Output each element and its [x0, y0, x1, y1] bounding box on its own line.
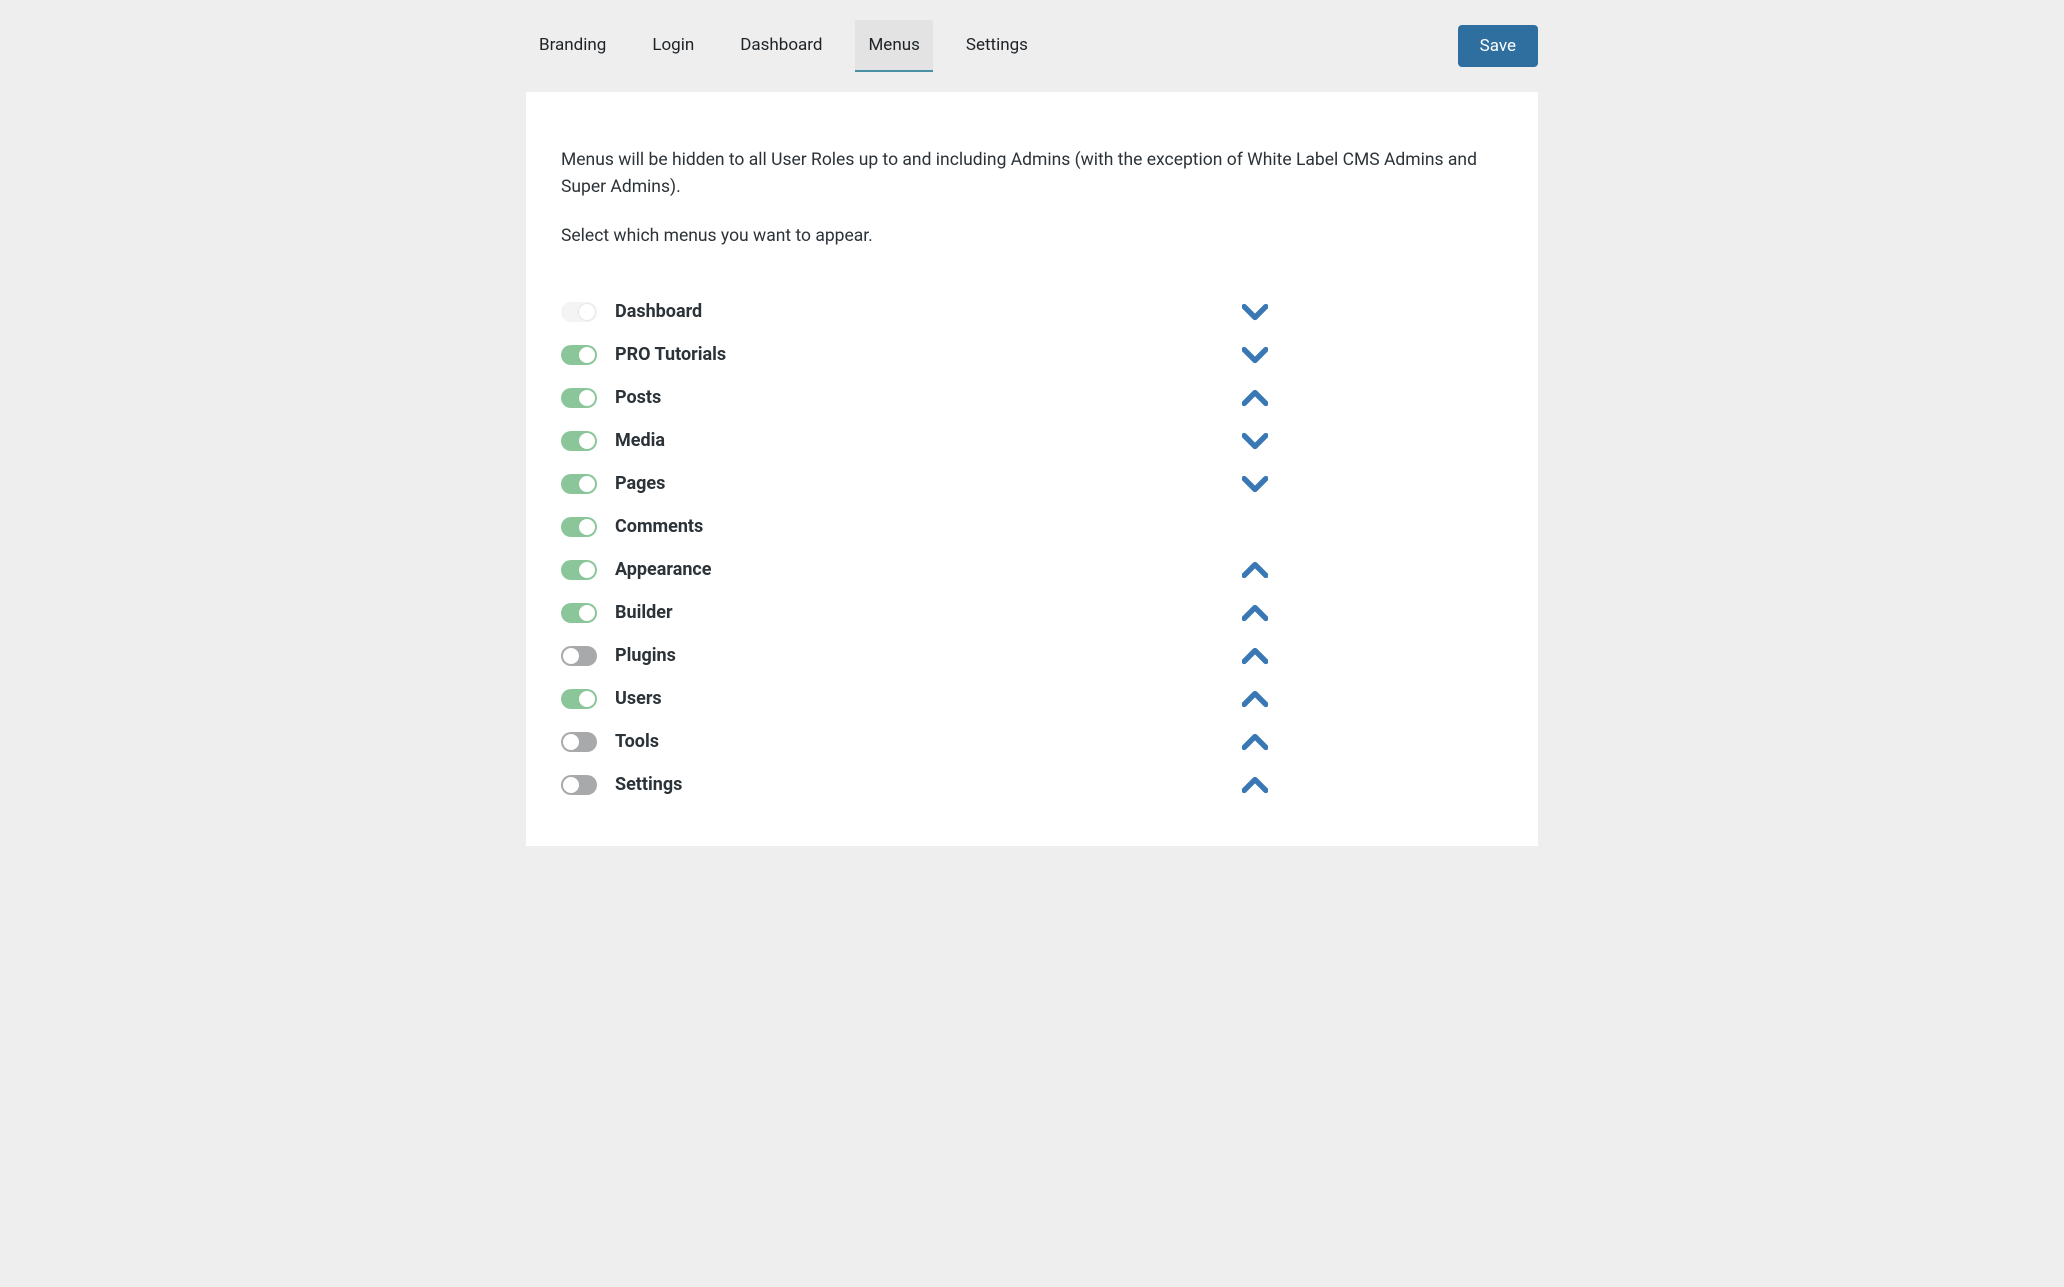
toggle-appearance[interactable]: [561, 560, 597, 580]
toggle-users[interactable]: [561, 689, 597, 709]
toggle-pro-tutorials[interactable]: [561, 345, 597, 365]
chevron-up-icon[interactable]: [1241, 646, 1269, 666]
chevron-column: [1241, 388, 1269, 408]
tab-settings[interactable]: Settings: [953, 20, 1041, 72]
menu-row: Builder: [561, 591, 1503, 634]
menu-row: Settings: [561, 763, 1503, 806]
menu-row: Appearance: [561, 548, 1503, 591]
menu-row: Pages: [561, 462, 1503, 505]
chevron-down-icon[interactable]: [1241, 345, 1269, 365]
menu-label: Media: [615, 430, 1503, 451]
menu-label: Settings: [615, 774, 1503, 795]
chevron-column: [1241, 603, 1269, 623]
menu-list: Dashboard PRO Tutorials Posts Media Pages Com…: [561, 290, 1503, 806]
toggle-knob: [563, 734, 579, 750]
menu-label: Posts: [615, 387, 1503, 408]
toggle-knob: [579, 605, 595, 621]
chevron-up-icon[interactable]: [1241, 775, 1269, 795]
menu-row: Plugins: [561, 634, 1503, 677]
tab-label: Menus: [868, 35, 919, 55]
save-button[interactable]: Save: [1458, 25, 1538, 67]
chevron-column: [1241, 646, 1269, 666]
menu-row: Users: [561, 677, 1503, 720]
toggle-knob: [563, 648, 579, 664]
toggle-knob: [563, 777, 579, 793]
chevron-up-icon[interactable]: [1241, 388, 1269, 408]
toggle-knob: [579, 347, 595, 363]
menu-row: Tools: [561, 720, 1503, 763]
description-text-1: Menus will be hidden to all User Roles u…: [561, 147, 1503, 201]
menu-label: Users: [615, 688, 1503, 709]
menu-row: Comments: [561, 505, 1503, 548]
chevron-column: [1241, 302, 1269, 322]
menu-row: Media: [561, 419, 1503, 462]
menu-label: Comments: [615, 516, 1503, 537]
chevron-column: [1241, 732, 1269, 752]
toggle-comments[interactable]: [561, 517, 597, 537]
chevron-column: [1241, 345, 1269, 365]
tab-label: Login: [652, 35, 694, 55]
toggle-builder[interactable]: [561, 603, 597, 623]
toggle-knob: [579, 691, 595, 707]
description-text-2: Select which menus you want to appear.: [561, 223, 1503, 250]
chevron-column: [1241, 775, 1269, 795]
tab-dashboard[interactable]: Dashboard: [727, 20, 835, 72]
chevron-column: [1241, 474, 1269, 494]
menu-label: Tools: [615, 731, 1503, 752]
menu-label: Pages: [615, 473, 1503, 494]
toggle-knob: [579, 476, 595, 492]
toggle-knob: [579, 304, 595, 320]
menu-row: PRO Tutorials: [561, 333, 1503, 376]
chevron-up-icon[interactable]: [1241, 560, 1269, 580]
tab-login[interactable]: Login: [639, 20, 707, 72]
toggle-knob: [579, 433, 595, 449]
chevron-down-icon[interactable]: [1241, 302, 1269, 322]
chevron-up-icon[interactable]: [1241, 689, 1269, 709]
chevron-column: [1241, 431, 1269, 451]
tab-label: Dashboard: [740, 35, 822, 55]
tab-branding[interactable]: Branding: [526, 20, 619, 72]
menu-label: Dashboard: [615, 301, 1503, 322]
toggle-media[interactable]: [561, 431, 597, 451]
toggle-settings[interactable]: [561, 775, 597, 795]
tab-menus[interactable]: Menus: [855, 20, 932, 72]
toggle-posts[interactable]: [561, 388, 597, 408]
toggle-tools[interactable]: [561, 732, 597, 752]
chevron-column: [1241, 560, 1269, 580]
menu-label: Appearance: [615, 559, 1503, 580]
chevron-column: [1241, 689, 1269, 709]
menu-row: Dashboard: [561, 290, 1503, 333]
app-container: Branding Login Dashboard Menus Settings Save…: [526, 0, 1538, 846]
chevron-up-icon[interactable]: [1241, 603, 1269, 623]
toggle-plugins[interactable]: [561, 646, 597, 666]
menu-label: Builder: [615, 602, 1503, 623]
tab-label: Settings: [966, 35, 1028, 55]
top-bar: Branding Login Dashboard Menus Settings Save: [526, 0, 1538, 92]
content-panel: Menus will be hidden to all User Roles u…: [526, 92, 1538, 846]
toggle-dashboard[interactable]: [561, 302, 597, 322]
toggle-knob: [579, 390, 595, 406]
menu-row: Posts: [561, 376, 1503, 419]
menu-label: PRO Tutorials: [615, 344, 1503, 365]
chevron-up-icon[interactable]: [1241, 732, 1269, 752]
menu-label: Plugins: [615, 645, 1503, 666]
chevron-down-icon[interactable]: [1241, 474, 1269, 494]
tab-label: Branding: [539, 35, 606, 55]
toggle-knob: [579, 562, 595, 578]
toggle-knob: [579, 519, 595, 535]
toggle-pages[interactable]: [561, 474, 597, 494]
tab-list: Branding Login Dashboard Menus Settings: [526, 20, 1041, 72]
chevron-down-icon[interactable]: [1241, 431, 1269, 451]
